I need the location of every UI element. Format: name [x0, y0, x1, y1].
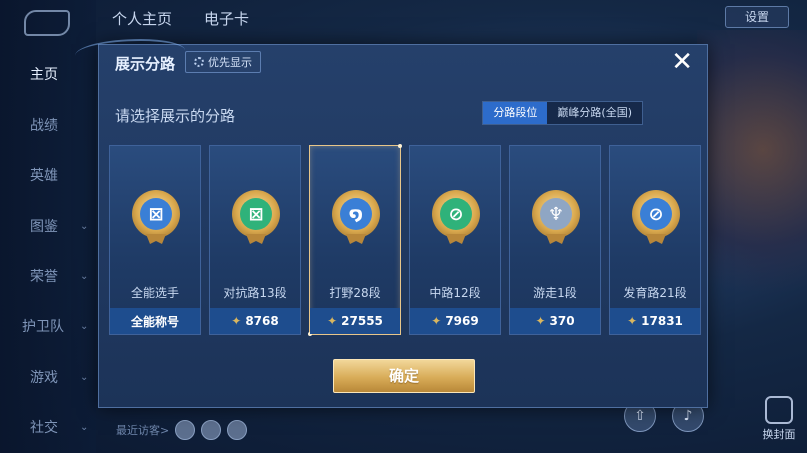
lane-score: ✦ 27555 — [310, 308, 400, 334]
lane-mode-toggle: 分路段位 巅峰分路(全国) — [482, 101, 643, 125]
tab-peak-lane[interactable]: 巅峰分路(全国) — [547, 102, 642, 124]
dialog-title: 展示分路 — [115, 55, 176, 73]
recent-visitors[interactable]: 最近访客> — [116, 420, 248, 440]
sidebar-item-heroes[interactable]: 英雄 — [0, 161, 96, 189]
back-logo-icon[interactable] — [24, 10, 70, 36]
settings-button[interactable]: 设置 — [725, 6, 789, 28]
mid-lane-badge-icon: ⊘ — [432, 190, 480, 244]
sidebar-item-codex[interactable]: 图鉴 ⌄ — [0, 212, 96, 240]
tab-lane-rank[interactable]: 分路段位 — [483, 102, 548, 124]
lane-label: 对抗路13段 — [223, 286, 287, 300]
change-cover-button[interactable]: 换封面 — [757, 396, 801, 442]
lane-score: ✦ 17831 — [610, 308, 700, 334]
chevron-down-icon: ⌄ — [80, 320, 89, 332]
lane-card[interactable]: ໑ 打野28段 ✦ 27555 — [308, 144, 402, 336]
lane-card[interactable]: ♆ 游走1段 ✦ 370 — [509, 145, 601, 335]
lane-score: 全能称号 — [110, 308, 200, 334]
rank-points-icon: ✦ — [431, 314, 442, 328]
rank-points-icon: ✦ — [231, 314, 242, 328]
lane-score-value: 全能称号 — [130, 314, 179, 329]
cover-icon — [765, 396, 793, 424]
avatar[interactable] — [175, 420, 196, 440]
lane-score-value: 7969 — [445, 314, 479, 328]
avatar[interactable] — [227, 420, 248, 440]
lane-score: ✦ 370 — [510, 308, 600, 334]
rank-points-icon: ✦ — [627, 314, 638, 328]
tab-ecard[interactable]: 电子卡 — [204, 8, 249, 29]
lane-label: 发育路21段 — [623, 286, 687, 300]
top-tabs: 个人主页 电子卡 — [112, 8, 249, 29]
sidebar: 主页 战绩 英雄 图鉴 ⌄ 荣誉 ⌄ 护卫队 ⌄ 游戏 ⌄ 社交 ⌄ — [0, 0, 96, 453]
sidebar-item-game[interactable]: 游戏 ⌄ — [0, 363, 96, 391]
sidebar-item-guard[interactable]: 护卫队 ⌄ — [0, 312, 96, 340]
lane-card[interactable]: ⊠ 对抗路13段 ✦ 8768 — [209, 145, 301, 335]
corner-sparkle — [398, 144, 402, 148]
lane-score-value: 370 — [549, 314, 575, 328]
chevron-down-icon: ⌄ — [80, 371, 89, 383]
lane-card[interactable]: ⊠ 全能选手全能称号 — [109, 145, 201, 335]
lane-score-value: 17831 — [641, 314, 683, 328]
dialog-subtitle: 请选择展示的分路 — [115, 107, 236, 125]
gear-icon — [194, 57, 204, 67]
rank-points-icon: ✦ — [327, 314, 338, 328]
lane-label: 中路12段 — [429, 286, 481, 300]
lane-card[interactable]: ⊘ 中路12段 ✦ 7969 — [409, 145, 501, 335]
lane-score: ✦ 7969 — [410, 308, 500, 334]
sidebar-item-record[interactable]: 战绩 — [0, 111, 96, 139]
farm-lane-badge-icon: ⊘ — [632, 190, 680, 244]
sidebar-item-honor[interactable]: 荣誉 ⌄ — [0, 262, 96, 290]
priority-display-button[interactable]: 优先显示 — [185, 51, 261, 73]
confirm-button[interactable]: 确定 — [333, 359, 475, 393]
rank-points-icon: ✦ — [535, 314, 546, 328]
lane-label: 全能选手 — [130, 286, 179, 300]
avatar[interactable] — [201, 420, 222, 440]
clash-lane-badge-icon: ⊠ — [232, 190, 280, 244]
chevron-down-icon: ⌄ — [80, 220, 89, 232]
jungle-badge-icon: ໑ — [332, 190, 380, 244]
sidebar-item-social[interactable]: 社交 ⌄ — [0, 413, 96, 441]
tab-profile[interactable]: 个人主页 — [112, 8, 172, 29]
close-icon[interactable]: ✕ — [671, 49, 693, 75]
roam-badge-icon: ♆ — [532, 190, 580, 244]
lane-label: 游走1段 — [533, 286, 577, 300]
allround-badge-icon: ⊠ — [132, 190, 180, 244]
chevron-down-icon: ⌄ — [80, 421, 89, 433]
lane-label: 打野28段 — [329, 286, 381, 300]
lane-cards: ⊠ 全能选手 全能称号 ⊠ 对抗路13段 ✦ 8768 ໑打野28段 ✦ 27555 ⊘ 中路12段 ✦… — [109, 144, 701, 336]
lane-score-value: 27555 — [341, 314, 383, 328]
show-lane-dialog: 展示分路 优先显示 ✕ 请选择展示的分路 分路段位 巅峰分路(全国) ⊠ 全能选手… — [75, 39, 708, 408]
chevron-down-icon: ⌄ — [80, 270, 89, 282]
lane-card[interactable]: ⊘ 发育路21段 ✦ 17831 — [609, 145, 701, 335]
lane-score: ✦ 8768 — [210, 308, 300, 334]
lane-score-value: 8768 — [245, 314, 279, 328]
hero-art — [697, 30, 807, 330]
